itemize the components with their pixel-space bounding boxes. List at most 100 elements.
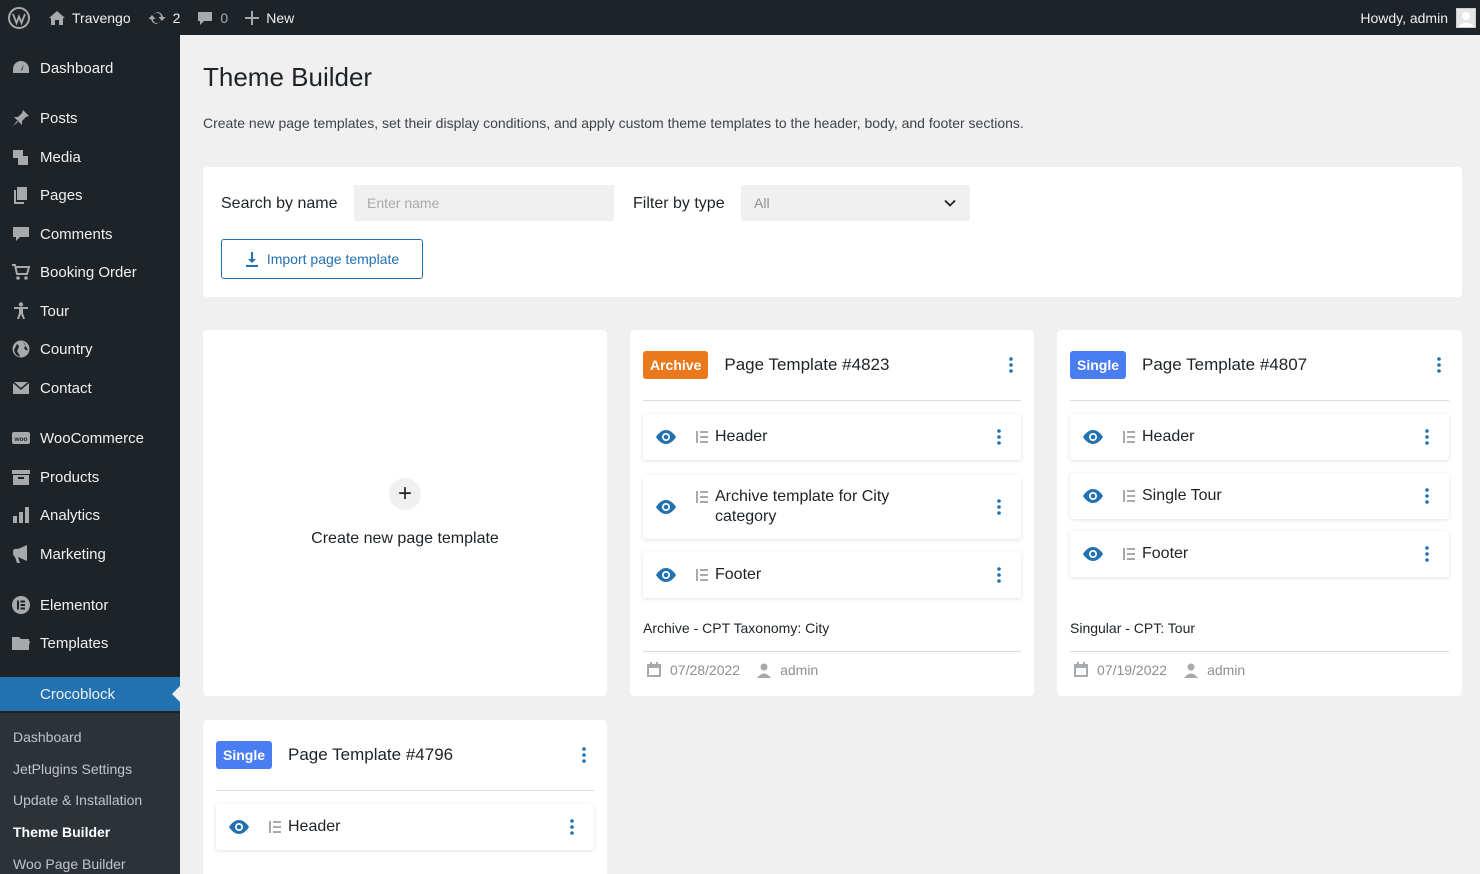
elementor-template-icon: [1121, 429, 1137, 445]
submenu-item-jetplugins-settings[interactable]: JetPlugins Settings: [13, 761, 132, 777]
section-menu-button[interactable]: [989, 561, 1009, 589]
sidebar-item-elementor[interactable]: Elementor: [0, 588, 180, 622]
section-row-footer[interactable]: Footer: [1070, 531, 1449, 577]
site-name-link[interactable]: Travengo: [40, 0, 139, 35]
card-title: Page Template #4796: [288, 745, 454, 764]
card-title: Page Template #4807: [1142, 355, 1308, 374]
user-icon: [757, 663, 772, 678]
archive-icon: [10, 466, 32, 488]
more-vertical-icon: [1425, 429, 1429, 445]
eye-icon[interactable]: [655, 496, 677, 518]
create-template-card[interactable]: + Create new page template: [203, 330, 607, 696]
sidebar-item-contact[interactable]: Contact: [0, 371, 180, 405]
section-row-header[interactable]: Header: [216, 804, 594, 850]
folder-icon: [10, 632, 32, 654]
pin-icon: [10, 107, 32, 129]
sidebar-item-products[interactable]: Products: [0, 460, 180, 494]
more-vertical-icon: [1437, 357, 1441, 373]
section-label: Single Tour: [1142, 487, 1222, 504]
type-filter-select[interactable]: All: [741, 185, 970, 221]
eye-icon[interactable]: [228, 816, 250, 838]
sidebar-item-tour[interactable]: Tour: [0, 294, 180, 328]
card-author: admin: [756, 662, 818, 678]
submenu-item-woo-page-builder[interactable]: Woo Page Builder: [13, 856, 126, 872]
eye-icon[interactable]: [1082, 485, 1104, 507]
import-template-button[interactable]: Import page template: [221, 239, 423, 279]
more-vertical-icon: [1425, 546, 1429, 562]
chevron-down-icon: [944, 199, 956, 207]
eye-icon[interactable]: [1082, 543, 1104, 565]
display-condition: Singular - CPT: Tour: [1070, 620, 1196, 636]
import-label: Import page template: [266, 251, 400, 267]
section-menu-button[interactable]: [1417, 423, 1437, 451]
more-vertical-icon: [582, 747, 586, 763]
search-input[interactable]: [354, 185, 614, 221]
sidebar-item-posts[interactable]: Posts: [0, 101, 180, 135]
section-row-header[interactable]: Header: [643, 414, 1021, 460]
section-menu-button[interactable]: [989, 423, 1009, 451]
mail-icon: [10, 377, 32, 399]
user-icon: [1184, 663, 1199, 678]
submenu-item-update-installation[interactable]: Update & Installation: [13, 792, 142, 808]
new-content-link[interactable]: New: [236, 0, 302, 35]
section-menu-button[interactable]: [989, 493, 1009, 521]
sidebar-item-dashboard[interactable]: Dashboard: [0, 51, 180, 85]
card-menu-button[interactable]: [1001, 351, 1021, 379]
section-row-body[interactable]: Single Tour: [1070, 473, 1449, 519]
type-filter-value: All: [754, 195, 770, 211]
section-menu-button[interactable]: [1417, 540, 1437, 568]
eye-icon[interactable]: [655, 426, 677, 448]
sidebar-item-label: Comments: [40, 225, 113, 243]
sidebar-item-label: Crocoblock: [40, 685, 116, 703]
howdy-text: Howdy, admin: [1360, 9, 1448, 26]
eye-icon[interactable]: [1082, 426, 1104, 448]
sidebar-item-media[interactable]: Media: [0, 140, 180, 174]
plus-icon: [245, 10, 260, 25]
user-avatar-icon: [1458, 11, 1474, 27]
person-icon: [10, 300, 32, 322]
type-badge: Single: [216, 741, 273, 769]
comment-icon: [10, 223, 32, 245]
submenu-item-dashboard[interactable]: Dashboard: [13, 729, 82, 745]
more-vertical-icon: [570, 819, 574, 835]
card-menu-button[interactable]: [574, 741, 594, 769]
submenu-item-theme-builder[interactable]: Theme Builder: [13, 824, 110, 840]
sidebar-item-country[interactable]: Country: [0, 332, 180, 366]
section-label: Archive template for City category: [715, 488, 890, 525]
display-condition: Archive - CPT Taxonomy: City: [643, 620, 830, 636]
updates-link[interactable]: 2: [139, 0, 189, 35]
section-menu-button[interactable]: [1417, 482, 1437, 510]
card-author-name: admin: [780, 662, 819, 678]
sidebar-item-woocommerce[interactable]: woo WooCommerce: [0, 421, 180, 455]
wordpress-logo-button[interactable]: [0, 0, 40, 35]
sidebar-item-label: Dashboard: [40, 59, 114, 77]
sidebar-item-booking-order[interactable]: Booking Order: [0, 255, 180, 289]
sidebar-item-templates[interactable]: Templates: [0, 626, 180, 660]
my-account-link[interactable]: Howdy, admin: [1352, 0, 1480, 35]
type-filter-label: Filter by type: [633, 195, 725, 212]
plus-icon: +: [389, 478, 421, 510]
updates-count: 2: [172, 9, 181, 26]
card-menu-button[interactable]: [1429, 351, 1449, 379]
active-menu-arrow: [172, 686, 180, 702]
section-label: Footer: [1142, 545, 1189, 562]
media-icon: [10, 146, 32, 168]
comments-link[interactable]: 0: [188, 0, 236, 35]
svg-text:woo: woo: [14, 436, 28, 443]
section-row-header[interactable]: Header: [1070, 414, 1449, 460]
sidebar-item-crocoblock[interactable]: Crocoblock: [0, 677, 180, 711]
sidebar-item-analytics[interactable]: Analytics: [0, 498, 180, 532]
section-row-footer[interactable]: Footer: [643, 552, 1021, 598]
card-author-name: admin: [1207, 662, 1246, 678]
section-row-body[interactable]: Archive template for City category: [643, 475, 1021, 539]
sidebar-item-label: Media: [40, 148, 81, 166]
section-menu-button[interactable]: [562, 813, 582, 841]
calendar-icon: [1074, 662, 1088, 677]
sidebar-item-pages[interactable]: Pages: [0, 178, 180, 212]
sidebar-item-comments[interactable]: Comments: [0, 217, 180, 251]
admin-bar: Travengo 2 0 New Howdy, admin: [0, 0, 1480, 35]
wordpress-icon: [8, 6, 30, 29]
eye-icon[interactable]: [655, 564, 677, 586]
sidebar-item-marketing[interactable]: Marketing: [0, 537, 180, 571]
woo-icon: woo: [10, 427, 32, 449]
